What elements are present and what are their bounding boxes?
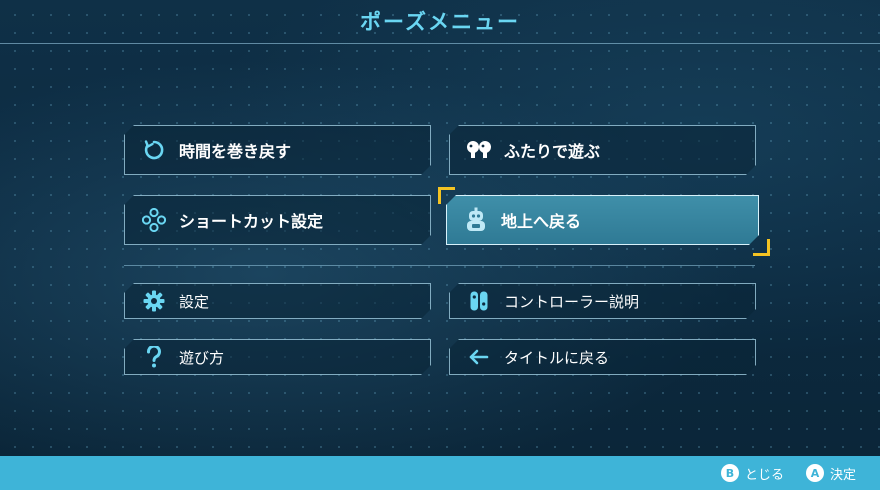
page-title: ポーズメニュー <box>360 10 520 34</box>
rewind-time-button[interactable]: 時間を巻き戻す <box>124 125 431 175</box>
shortcut-settings-label: ショートカット設定 <box>179 212 324 231</box>
selection-bracket-bottom-right <box>753 239 770 256</box>
two-player-button[interactable]: ふたりで遊ぶ <box>449 125 756 175</box>
two-players-icon <box>466 137 492 163</box>
controller-guide-label: コントローラー説明 <box>504 292 640 311</box>
footer-bar: B とじる A 決定 <box>0 456 880 490</box>
return-to-ground-button[interactable]: 地上へ戻る <box>446 195 759 245</box>
gear-icon <box>141 288 167 314</box>
dpad-buttons-icon <box>141 207 167 233</box>
two-player-label: ふたりで遊ぶ <box>504 142 601 161</box>
rewind-time-label: 時間を巻き戻す <box>179 142 292 161</box>
settings-label: 設定 <box>179 292 210 311</box>
b-button-icon: B <box>720 464 739 482</box>
back-to-title-label: タイトルに戻る <box>504 348 610 367</box>
robot-icon <box>463 207 489 233</box>
shortcut-settings-button[interactable]: ショートカット設定 <box>124 195 431 245</box>
selection-bracket-top-left <box>438 187 455 204</box>
title-divider <box>0 43 880 44</box>
confirm-hint-label: 決定 <box>829 467 856 483</box>
section-divider <box>124 265 755 266</box>
close-hint-label: とじる <box>744 467 784 483</box>
settings-button[interactable]: 設定 <box>124 283 431 319</box>
how-to-play-label: 遊び方 <box>179 348 225 367</box>
back-to-title-button[interactable]: タイトルに戻る <box>449 339 756 375</box>
rewind-icon <box>141 137 167 163</box>
confirm-hint[interactable]: A 決定 <box>805 464 856 483</box>
arrow-left-icon <box>466 344 492 370</box>
return-to-ground-label: 地上へ戻る <box>501 212 582 231</box>
controller-guide-button[interactable]: コントローラー説明 <box>449 283 756 319</box>
joycon-icon <box>466 288 492 314</box>
question-icon <box>141 344 167 370</box>
a-button-icon: A <box>805 464 824 482</box>
how-to-play-button[interactable]: 遊び方 <box>124 339 431 375</box>
close-hint[interactable]: B とじる <box>720 464 784 483</box>
